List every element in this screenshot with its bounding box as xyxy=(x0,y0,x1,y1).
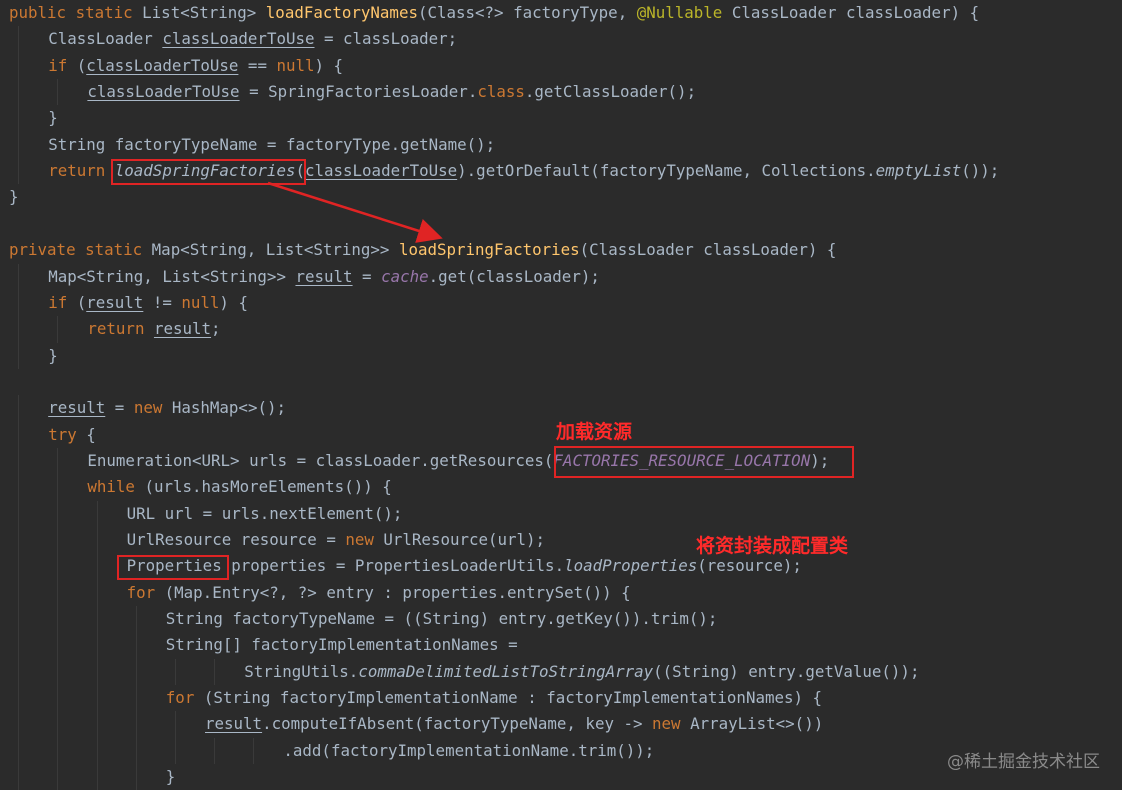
annotation-wrap-properties: 将资封装成配置类 xyxy=(696,535,849,557)
code-editor[interactable]: public static List<String> loadFactoryNa… xyxy=(0,0,1122,790)
annotation-load-resources: 加载资源 xyxy=(556,421,633,443)
watermark: @稀土掘金技术社区 xyxy=(947,752,1100,772)
arrow-icon xyxy=(267,181,443,243)
